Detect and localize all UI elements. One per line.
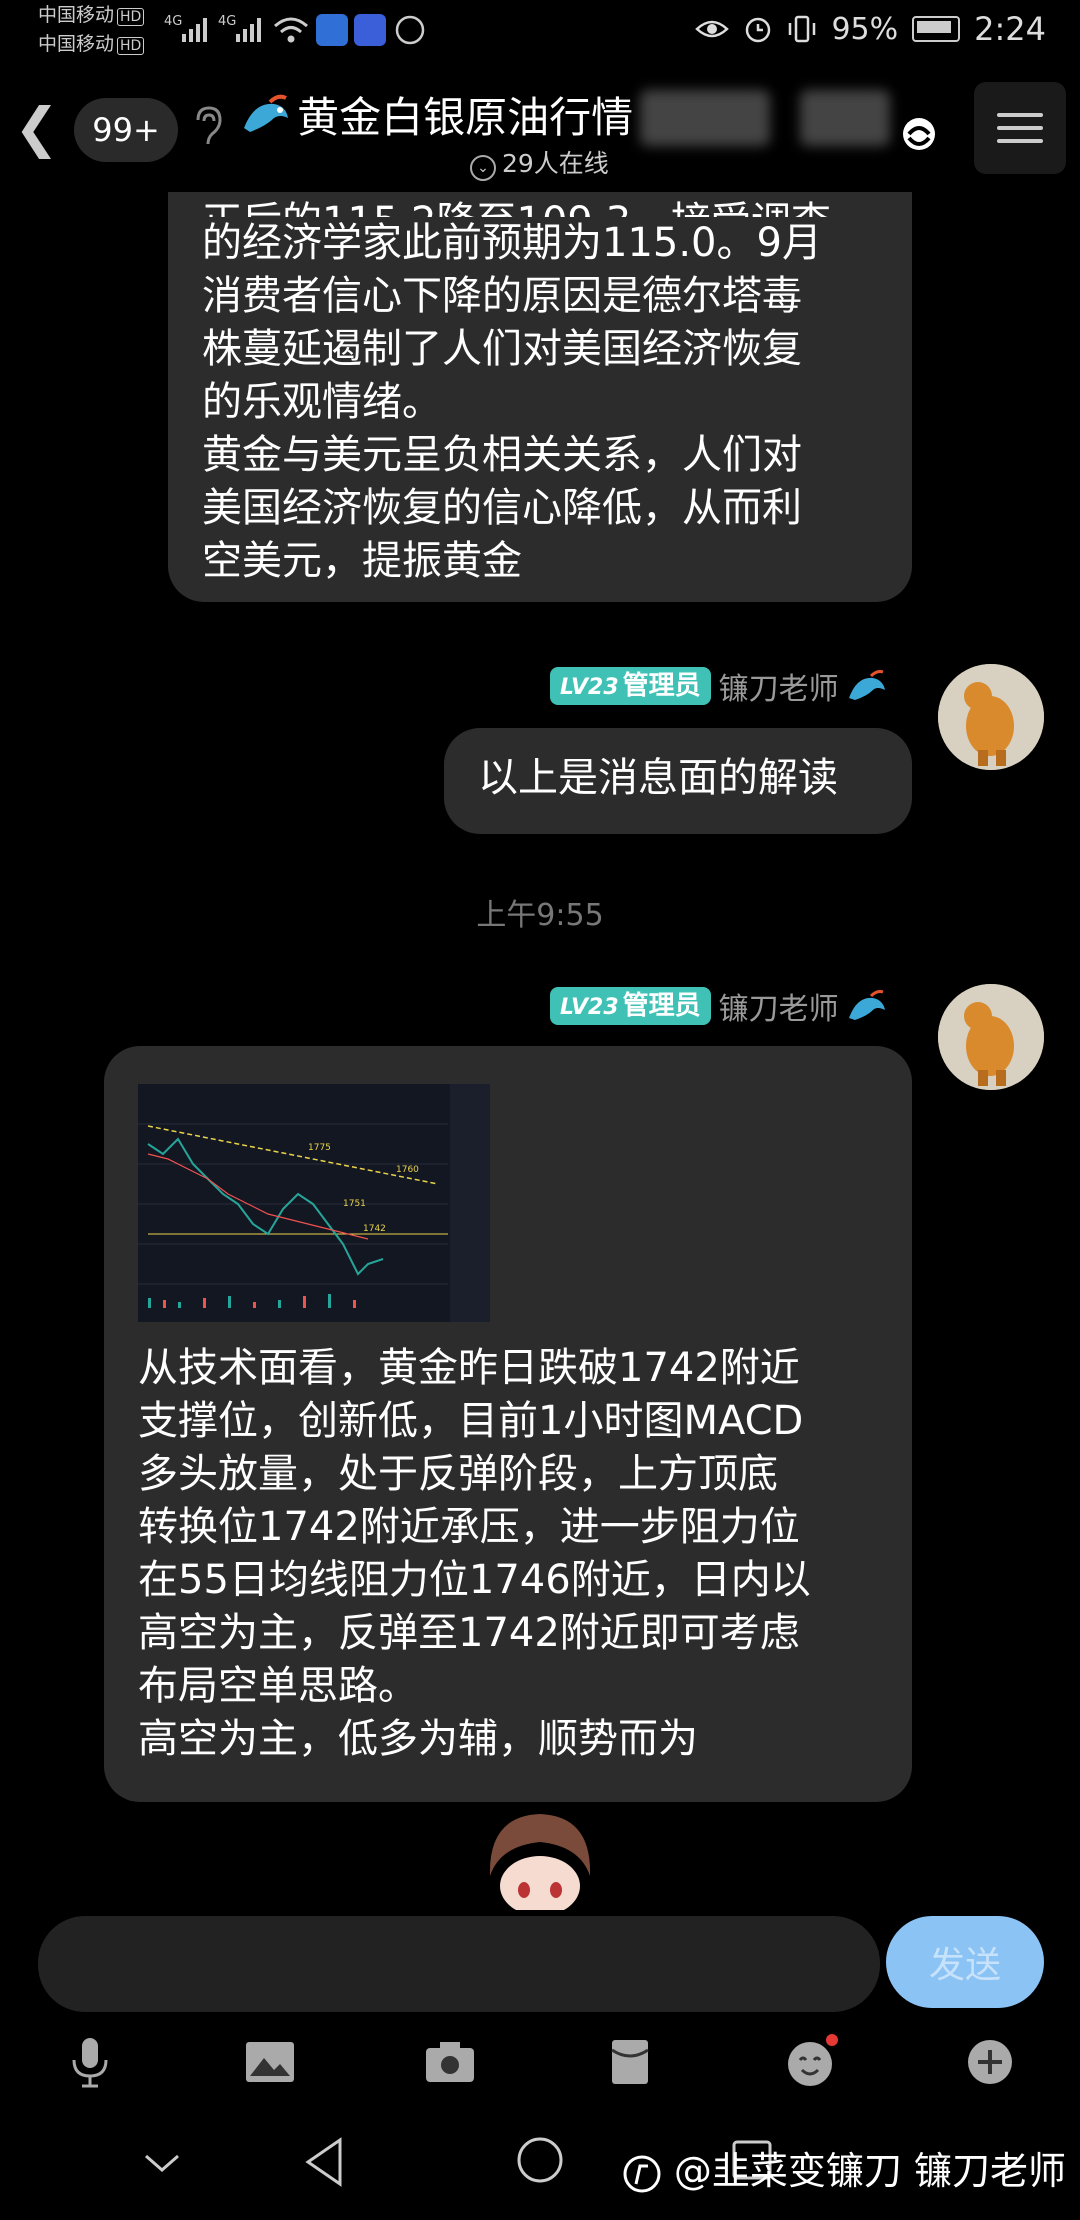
ear-icon[interactable] bbox=[190, 104, 224, 146]
cut-off-line: 正后的115.2降至109.3。接受调查 bbox=[202, 192, 878, 217]
message-bubble[interactable]: 正后的115.2降至109.3。接受调查 的经济学家此前预期为115.0。9月 … bbox=[168, 192, 912, 602]
chat-header: ❮ 99+ 黄金白银原油行情 ⌄ 29人在线 bbox=[0, 62, 1080, 192]
battery-percent: 95% bbox=[831, 11, 899, 47]
chart-label: 1751 bbox=[343, 1199, 366, 1209]
message-line: 高空为主，反弹至1742附近即可考虑 bbox=[138, 1610, 800, 1656]
message-line: 的乐观情绪。 bbox=[202, 379, 442, 425]
plus-icon[interactable] bbox=[960, 2032, 1020, 2092]
red-packet-icon[interactable] bbox=[600, 2032, 660, 2092]
redacted-area-2 bbox=[800, 90, 890, 146]
battery-icon bbox=[912, 16, 961, 42]
chart-label: 1742 bbox=[363, 1224, 386, 1234]
carrier-name-2: 中国移动 bbox=[38, 33, 115, 55]
emoji-icon[interactable] bbox=[780, 2032, 840, 2092]
hd-badge-2: HD bbox=[117, 37, 145, 55]
collapse-icon[interactable] bbox=[140, 2148, 184, 2178]
avatar[interactable] bbox=[938, 664, 1044, 770]
send-button[interactable]: 发送 bbox=[886, 1916, 1044, 2008]
message-bubble[interactable]: 1775 1760 1751 1742 从技术面看，黄金昨日跌破1742附近 支… bbox=[104, 1046, 912, 1802]
clock: 2:24 bbox=[974, 10, 1046, 48]
message-line: 支撑位，创新低，目前1小时图MACD bbox=[138, 1398, 804, 1444]
signal-icon bbox=[182, 18, 207, 42]
app-notification-icon bbox=[354, 14, 386, 46]
hand-icon bbox=[395, 15, 425, 45]
carrier-name: 中国移动 bbox=[38, 4, 115, 26]
input-bar: 发送 bbox=[0, 1910, 1080, 2020]
dinosaur-avatar bbox=[938, 984, 1044, 1090]
avatar[interactable] bbox=[938, 984, 1044, 1090]
link-icon bbox=[903, 118, 935, 150]
message-line: 高空为主，低多为辅，顺势而为 bbox=[138, 1716, 698, 1762]
camera-icon[interactable] bbox=[420, 2032, 480, 2092]
dinosaur-avatar bbox=[938, 664, 1044, 770]
chart-label: 1775 bbox=[308, 1143, 331, 1153]
baidu-app-icon bbox=[316, 14, 348, 46]
dragon-icon bbox=[244, 94, 288, 132]
message-line: 在55日均线阻力位1746附近，日内以 bbox=[138, 1557, 811, 1603]
sender-meta: LV23 管理员 镰刀老师 bbox=[550, 664, 887, 708]
system-nav-bar: @韭菜变镰刀 镰刀老师 bbox=[0, 2120, 1080, 2220]
eye-icon bbox=[695, 20, 730, 38]
sender-name[interactable]: 镰刀老师 bbox=[719, 664, 839, 708]
dragon-icon bbox=[848, 670, 885, 700]
chat-title: 黄金白银原油行情 bbox=[297, 93, 634, 142]
watermark-text: @韭菜变镰刀 镰刀老师 bbox=[673, 2149, 1066, 2193]
redacted-area bbox=[640, 90, 770, 146]
message-input[interactable] bbox=[38, 1916, 880, 2012]
unread-badge[interactable]: 99+ bbox=[74, 98, 178, 162]
message-bubble[interactable]: 以上是消息面的解读 bbox=[444, 728, 912, 834]
message-text: 以上是消息面的解读 bbox=[478, 755, 838, 801]
signal-icon-2 bbox=[236, 18, 261, 42]
sender-name[interactable]: 镰刀老师 bbox=[719, 984, 839, 1028]
online-count[interactable]: 29人在线 bbox=[502, 149, 609, 178]
back-icon[interactable]: ❮ bbox=[14, 96, 59, 159]
message-line: 转换位1742附近承压，进一步阻力位 bbox=[138, 1504, 800, 1550]
level-badge: LV23 管理员 bbox=[550, 667, 711, 705]
anime-sticker[interactable] bbox=[480, 1806, 600, 1910]
message-viewport-top: 正后的115.2降至109.3。接受调查 的经济学家此前预期为115.0。9月 … bbox=[0, 192, 1080, 612]
level-badge: LV23 管理员 bbox=[550, 987, 711, 1025]
status-bar: 中国移动 HD 中国移动 HD 4G 4G 95% 2:24 bbox=[0, 0, 1080, 62]
message-line: 美国经济恢复的信心降低，从而利 bbox=[202, 485, 802, 531]
sender-meta: LV23 管理员 镰刀老师 bbox=[550, 984, 887, 1028]
image-icon[interactable] bbox=[240, 2032, 300, 2092]
wifi-icon bbox=[274, 17, 308, 43]
chart-image[interactable]: 1775 1760 1751 1742 bbox=[138, 1084, 490, 1322]
message-line: 的经济学家此前预期为115.0。9月 bbox=[202, 220, 822, 266]
toolbar bbox=[0, 2020, 1080, 2100]
message-line: 空美元，提振黄金 bbox=[202, 538, 522, 584]
chevron-down-icon: ⌄ bbox=[470, 155, 496, 181]
timestamp: 上午9:55 bbox=[476, 898, 604, 933]
message-line: 布局空单思路。 bbox=[138, 1663, 418, 1709]
message-line: 消费者信心下降的原因是德尔塔毒 bbox=[202, 273, 802, 319]
hd-badge: HD bbox=[117, 8, 145, 26]
chart-label: 1760 bbox=[396, 1165, 419, 1175]
message-line: 多头放量，处于反弹阶段，上方顶底 bbox=[138, 1451, 778, 1497]
home-icon[interactable] bbox=[514, 2134, 566, 2186]
menu-button[interactable] bbox=[974, 82, 1066, 174]
vibrate-icon bbox=[789, 15, 816, 43]
message-line: 黄金与美元呈负相关关系，人们对 bbox=[202, 432, 802, 478]
weibo-logo-icon bbox=[623, 2155, 661, 2192]
message-line: 从技术面看，黄金昨日跌破1742附近 bbox=[138, 1345, 800, 1391]
back-nav-icon[interactable] bbox=[300, 2134, 348, 2190]
message-line: 株蔓延遏制了人们对美国经济恢复 bbox=[202, 326, 802, 372]
alarm-icon bbox=[746, 17, 771, 43]
notification-dot bbox=[826, 2034, 838, 2046]
microphone-icon[interactable] bbox=[60, 2032, 120, 2092]
dragon-icon bbox=[848, 990, 885, 1020]
